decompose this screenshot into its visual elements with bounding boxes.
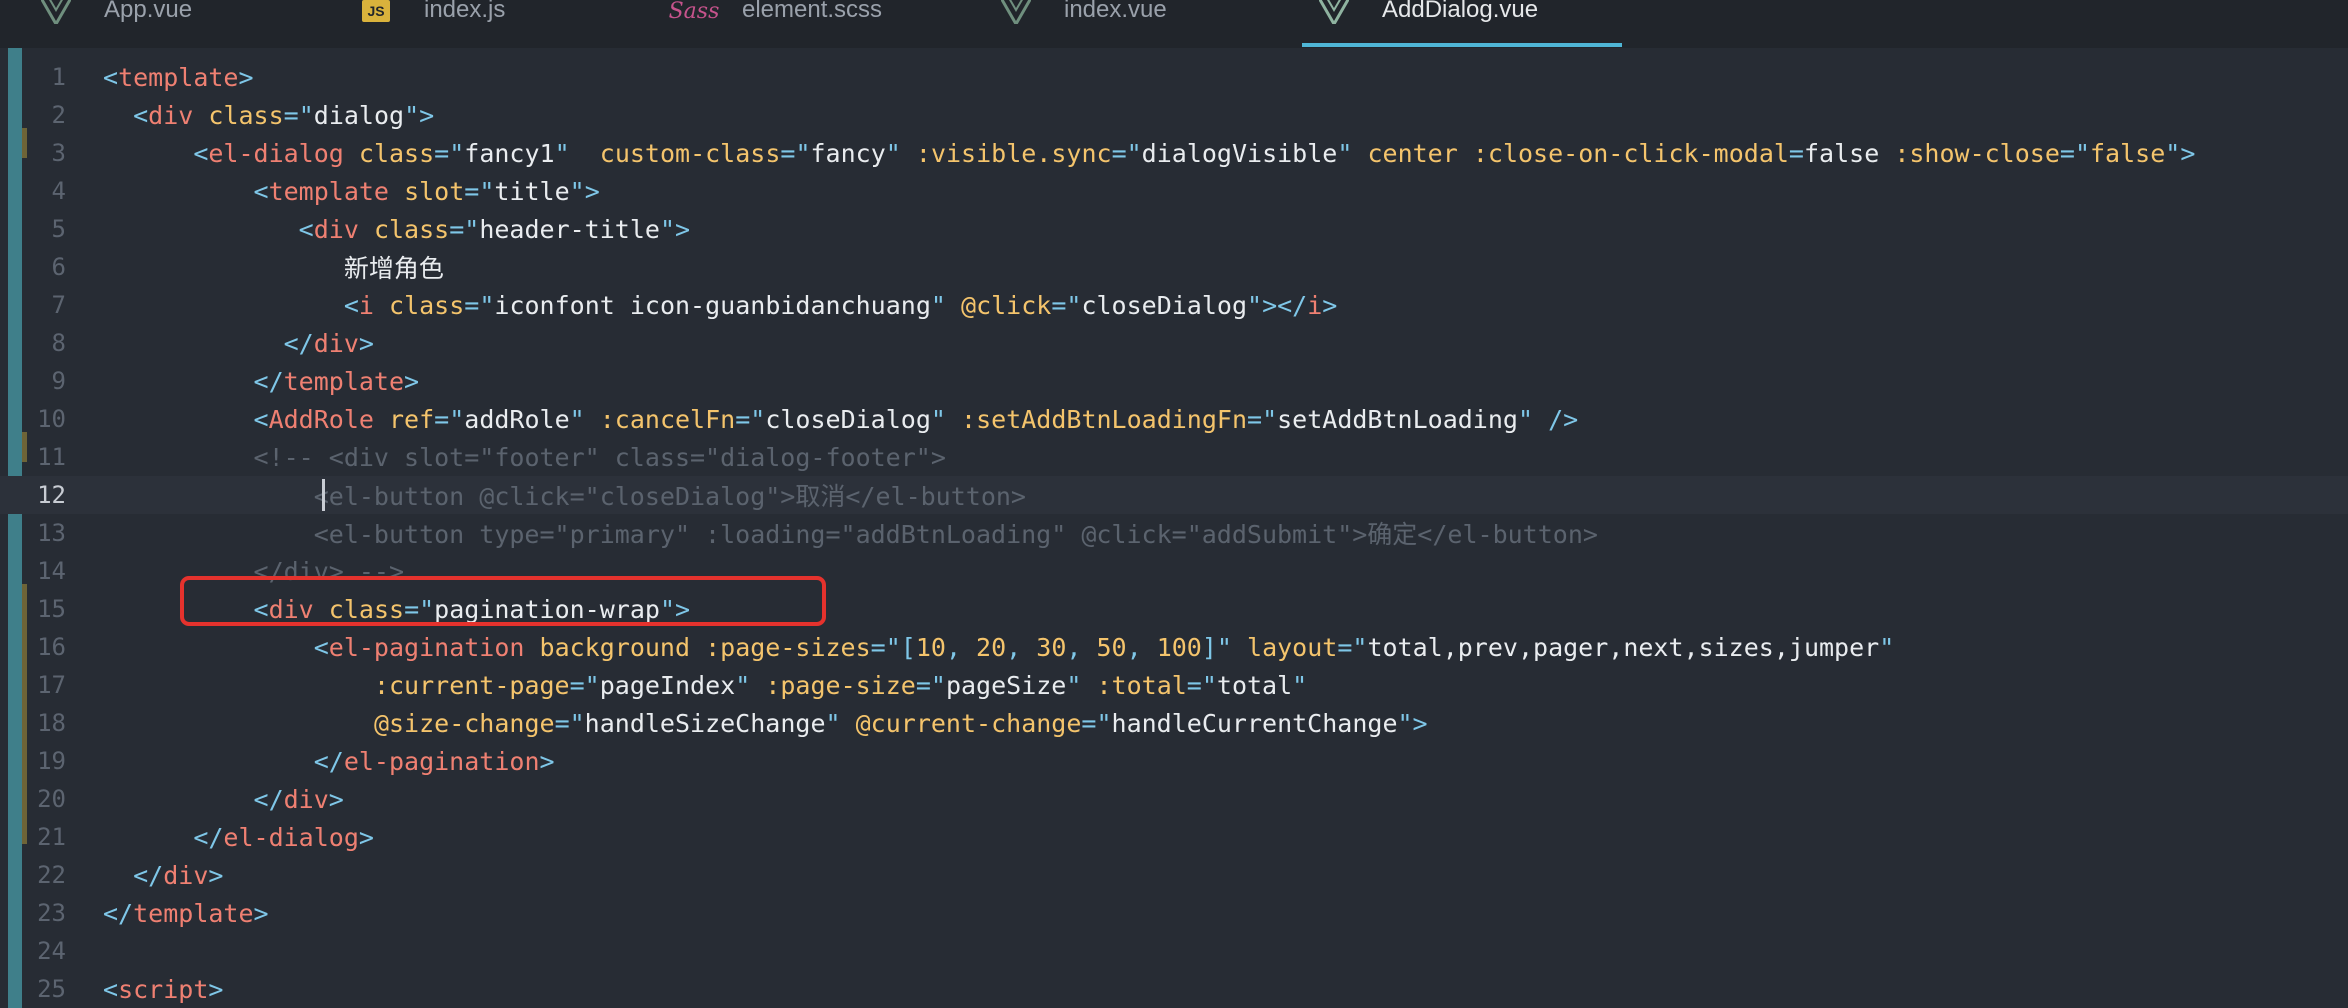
- code-text: <div class="header-title">: [298, 214, 691, 244]
- line-number: 4: [51, 177, 66, 205]
- code-line[interactable]: 12 <el-button @click="closeDialog">取消</e…: [0, 476, 2348, 514]
- line-number: 5: [51, 215, 66, 243]
- code-line[interactable]: 22 </div>: [0, 856, 2348, 894]
- line-number: 25: [37, 975, 66, 1003]
- code-text: </div>: [283, 328, 374, 358]
- tab-label: index.vue: [1064, 0, 1167, 23]
- line-number: 21: [37, 823, 66, 851]
- line-number: 14: [37, 557, 66, 585]
- line-number: 9: [51, 367, 66, 395]
- highlight-annotation: [180, 576, 826, 626]
- line-number: 19: [37, 747, 66, 775]
- line-number: 3: [51, 139, 66, 167]
- code-text: </el-dialog>: [193, 822, 374, 852]
- code-text: <el-button @click="closeDialog">取消</el-b…: [313, 482, 1026, 511]
- active-tab-indicator: [1302, 43, 1622, 47]
- code-line[interactable]: 2 <div class="dialog">: [0, 96, 2348, 134]
- line-number: 16: [37, 633, 66, 661]
- code-text: <el-button type="primary" :loading="addB…: [313, 520, 1598, 549]
- code-line[interactable]: 18 @size-change="handleSizeChange" @curr…: [0, 704, 2348, 742]
- code-text: </div>: [253, 784, 344, 814]
- code-text: @size-change="handleSizeChange" @current…: [373, 708, 1428, 738]
- tab-adddialog-vue[interactable]: AddDialog.vue: [1314, 0, 1538, 48]
- code-line[interactable]: 17 :current-page="pageIndex" :page-size=…: [0, 666, 2348, 704]
- code-editor[interactable]: 1 <template> 2 <div class="dialog"> 3 <el-d…: [0, 48, 2348, 1008]
- code-line[interactable]: 8 </div>: [0, 324, 2348, 362]
- vue-icon: [996, 0, 1036, 26]
- code-text: </el-pagination>: [313, 746, 555, 776]
- code-text: </template>: [103, 898, 269, 928]
- code-line[interactable]: 9 </template>: [0, 362, 2348, 400]
- code-line[interactable]: 25 <script>: [0, 970, 2348, 1008]
- line-number: 17: [37, 671, 66, 699]
- line-number: 22: [37, 861, 66, 889]
- code-line[interactable]: 24: [0, 932, 2348, 970]
- code-text: <el-pagination background :page-sizes="[…: [313, 632, 1895, 662]
- line-number: 1: [51, 63, 66, 91]
- code-text: <i class="iconfont icon-guanbidanchuang"…: [343, 290, 1338, 320]
- tab-element-scss[interactable]: Sass element.scss: [668, 0, 883, 48]
- code-line[interactable]: 7 <i class="iconfont icon-guanbidanchuan…: [0, 286, 2348, 324]
- code-text: <AddRole ref="addRole" :cancelFn="closeD…: [253, 404, 1579, 434]
- vue-icon: [1314, 0, 1354, 26]
- line-number: 10: [37, 405, 66, 433]
- code-line[interactable]: 20 </div>: [0, 780, 2348, 818]
- code-line[interactable]: 11 <!-- <div slot="footer" class="dialog…: [0, 438, 2348, 476]
- tab-label: App.vue: [104, 0, 193, 23]
- line-number: 2: [51, 101, 66, 129]
- code-text: 新增角色: [343, 254, 444, 283]
- tab-index-vue[interactable]: index.vue: [996, 0, 1167, 48]
- line-number: 11: [37, 443, 66, 471]
- code-line[interactable]: 16 <el-pagination background :page-sizes…: [0, 628, 2348, 666]
- tab-label: index.js: [424, 0, 506, 23]
- editor-tab-bar: App.vue JS index.js Sass element.scss in…: [0, 0, 2348, 48]
- code-text: <div class="dialog">: [133, 100, 435, 130]
- sass-icon: Sass: [668, 0, 720, 24]
- code-line[interactable]: 21 </el-dialog>: [0, 818, 2348, 856]
- code-text: <el-dialog class="fancy1" custom-class="…: [193, 138, 2196, 168]
- line-number: 20: [37, 785, 66, 813]
- code-text: :current-page="pageIndex" :page-size="pa…: [373, 670, 1308, 700]
- line-number: 15: [37, 595, 66, 623]
- code-text: <template>: [103, 62, 254, 92]
- code-line[interactable]: 6 新增角色: [0, 248, 2348, 286]
- code-line[interactable]: 10 <AddRole ref="addRole" :cancelFn="clo…: [0, 400, 2348, 438]
- line-number: 8: [51, 329, 66, 357]
- vue-icon: [36, 0, 76, 26]
- code-line[interactable]: 3 <el-dialog class="fancy1" custom-class…: [0, 134, 2348, 172]
- tab-index-js[interactable]: JS index.js: [356, 0, 505, 48]
- code-text: </template>: [253, 366, 420, 396]
- tab-app-vue[interactable]: App.vue: [36, 0, 192, 48]
- line-number: 6: [51, 253, 66, 281]
- line-number: 24: [37, 937, 66, 965]
- line-number: 18: [37, 709, 66, 737]
- code-text: <!-- <div slot="footer" class="dialog-fo…: [253, 442, 946, 472]
- code-text: </div>: [133, 860, 224, 890]
- tab-label: element.scss: [742, 0, 883, 23]
- code-line[interactable]: 5 <div class="header-title">: [0, 210, 2348, 248]
- code-line[interactable]: 19 </el-pagination>: [0, 742, 2348, 780]
- line-number: 7: [51, 291, 66, 319]
- tab-label: AddDialog.vue: [1382, 0, 1539, 23]
- code-line[interactable]: 1 <template>: [0, 58, 2348, 96]
- text-cursor: [322, 479, 325, 511]
- line-number: 23: [37, 899, 66, 927]
- code-line[interactable]: 23 </template>: [0, 894, 2348, 932]
- code-line[interactable]: 13 <el-button type="primary" :loading="a…: [0, 514, 2348, 552]
- code-line[interactable]: 4 <template slot="title">: [0, 172, 2348, 210]
- js-icon: JS: [356, 0, 396, 39]
- code-text: <script>: [103, 974, 224, 1004]
- line-number: 12: [37, 481, 66, 509]
- line-number: 13: [37, 519, 66, 547]
- code-text: <template slot="title">: [253, 176, 600, 206]
